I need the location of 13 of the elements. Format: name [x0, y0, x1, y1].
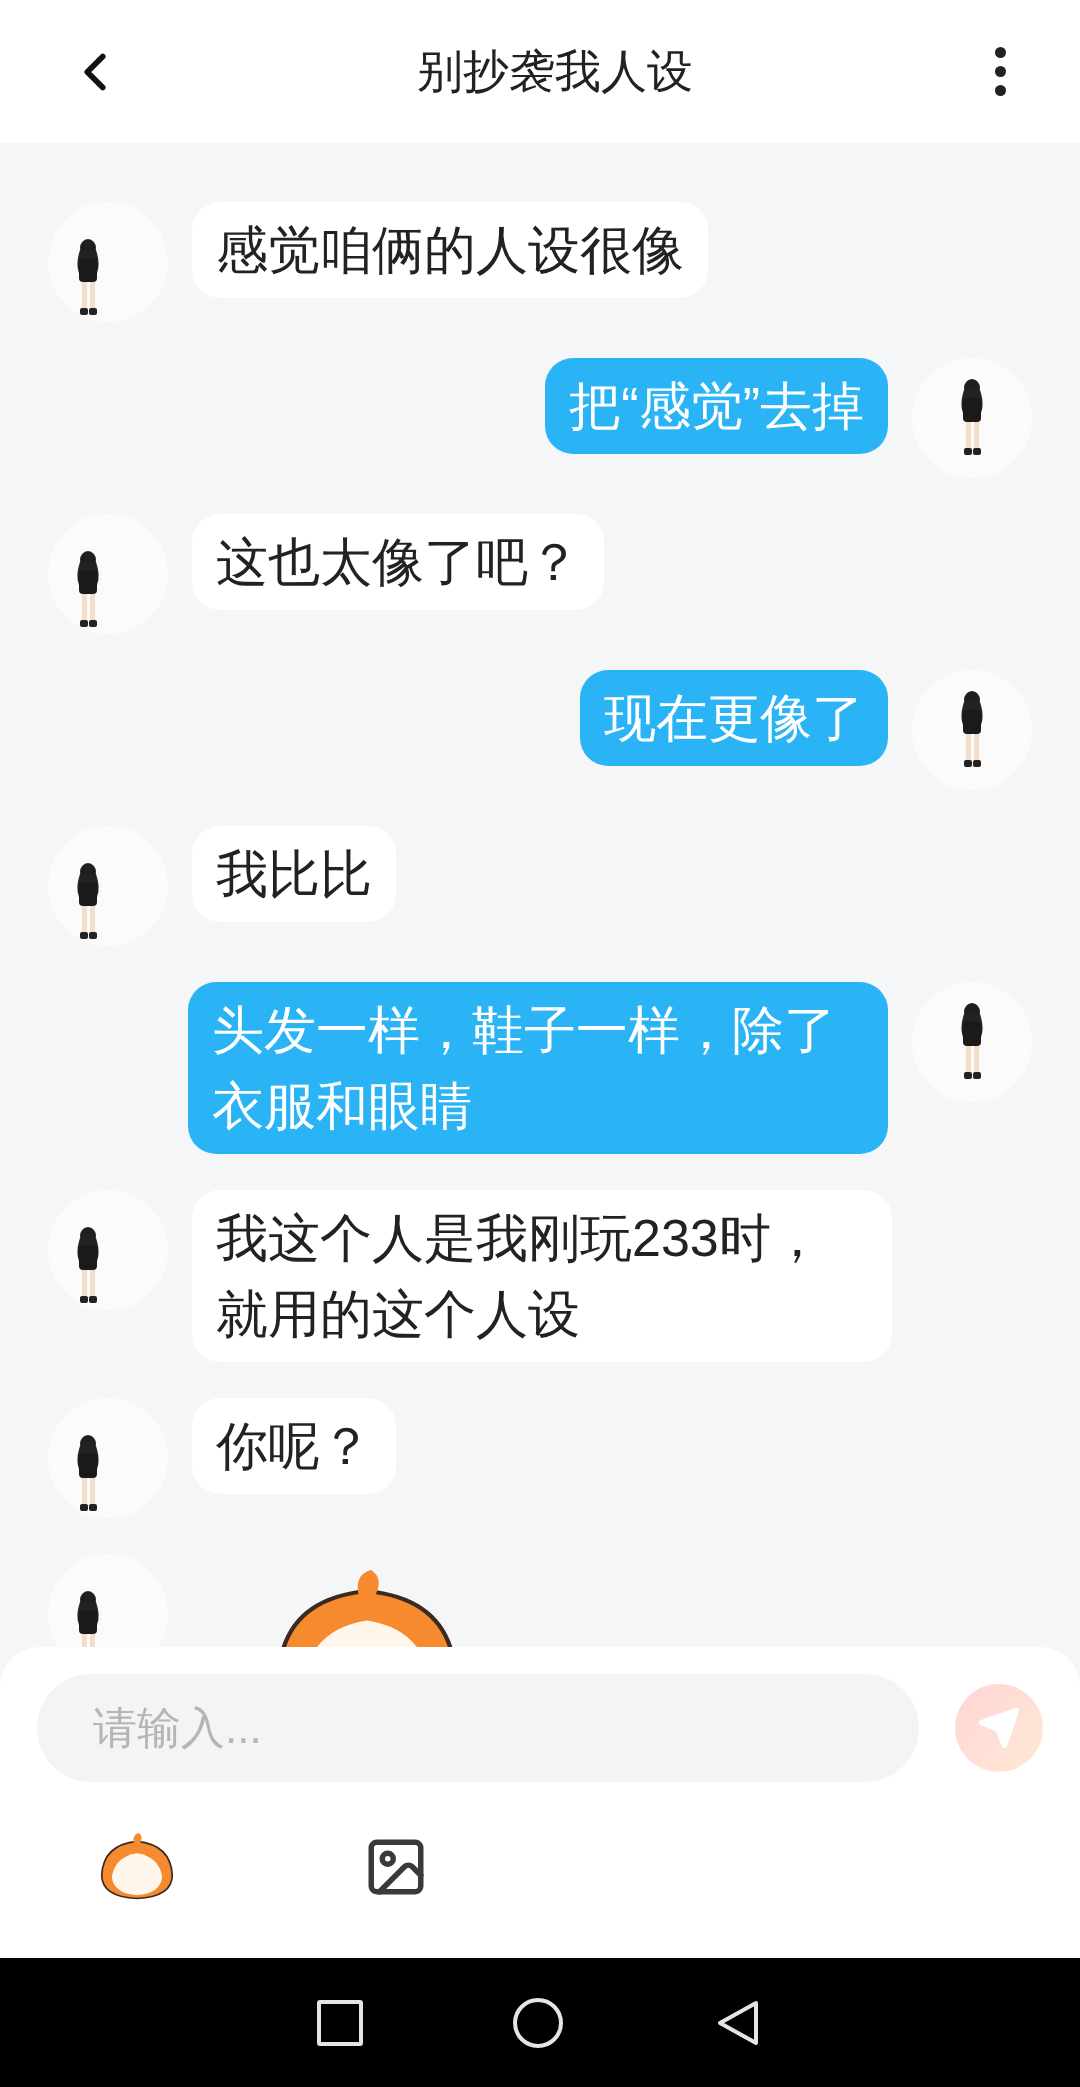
message-bubble: 我比比 — [192, 826, 396, 922]
window-title: 别抄袭我人设 — [417, 44, 693, 99]
message-bubble: 这也太像了吧？ — [192, 514, 604, 610]
send-icon — [977, 1706, 1021, 1750]
message-bubble: 现在更像了 — [580, 670, 888, 766]
message-input[interactable]: 请输入... — [37, 1674, 919, 1782]
message-bubble: 头发一样，鞋子一样，除了衣服和眼睛 — [188, 982, 888, 1154]
message-bubble: 你呢？ — [192, 1398, 396, 1494]
message-bubble: 感觉咱俩的人设很像 — [192, 202, 708, 298]
recents-button[interactable] — [317, 1999, 363, 2046]
message-bubble: 把“感觉”去掉 — [545, 358, 888, 454]
message-bubble: 我这个人是我刚玩233时，就用的这个人设 — [192, 1190, 892, 1362]
home-button[interactable] — [513, 1997, 563, 2048]
